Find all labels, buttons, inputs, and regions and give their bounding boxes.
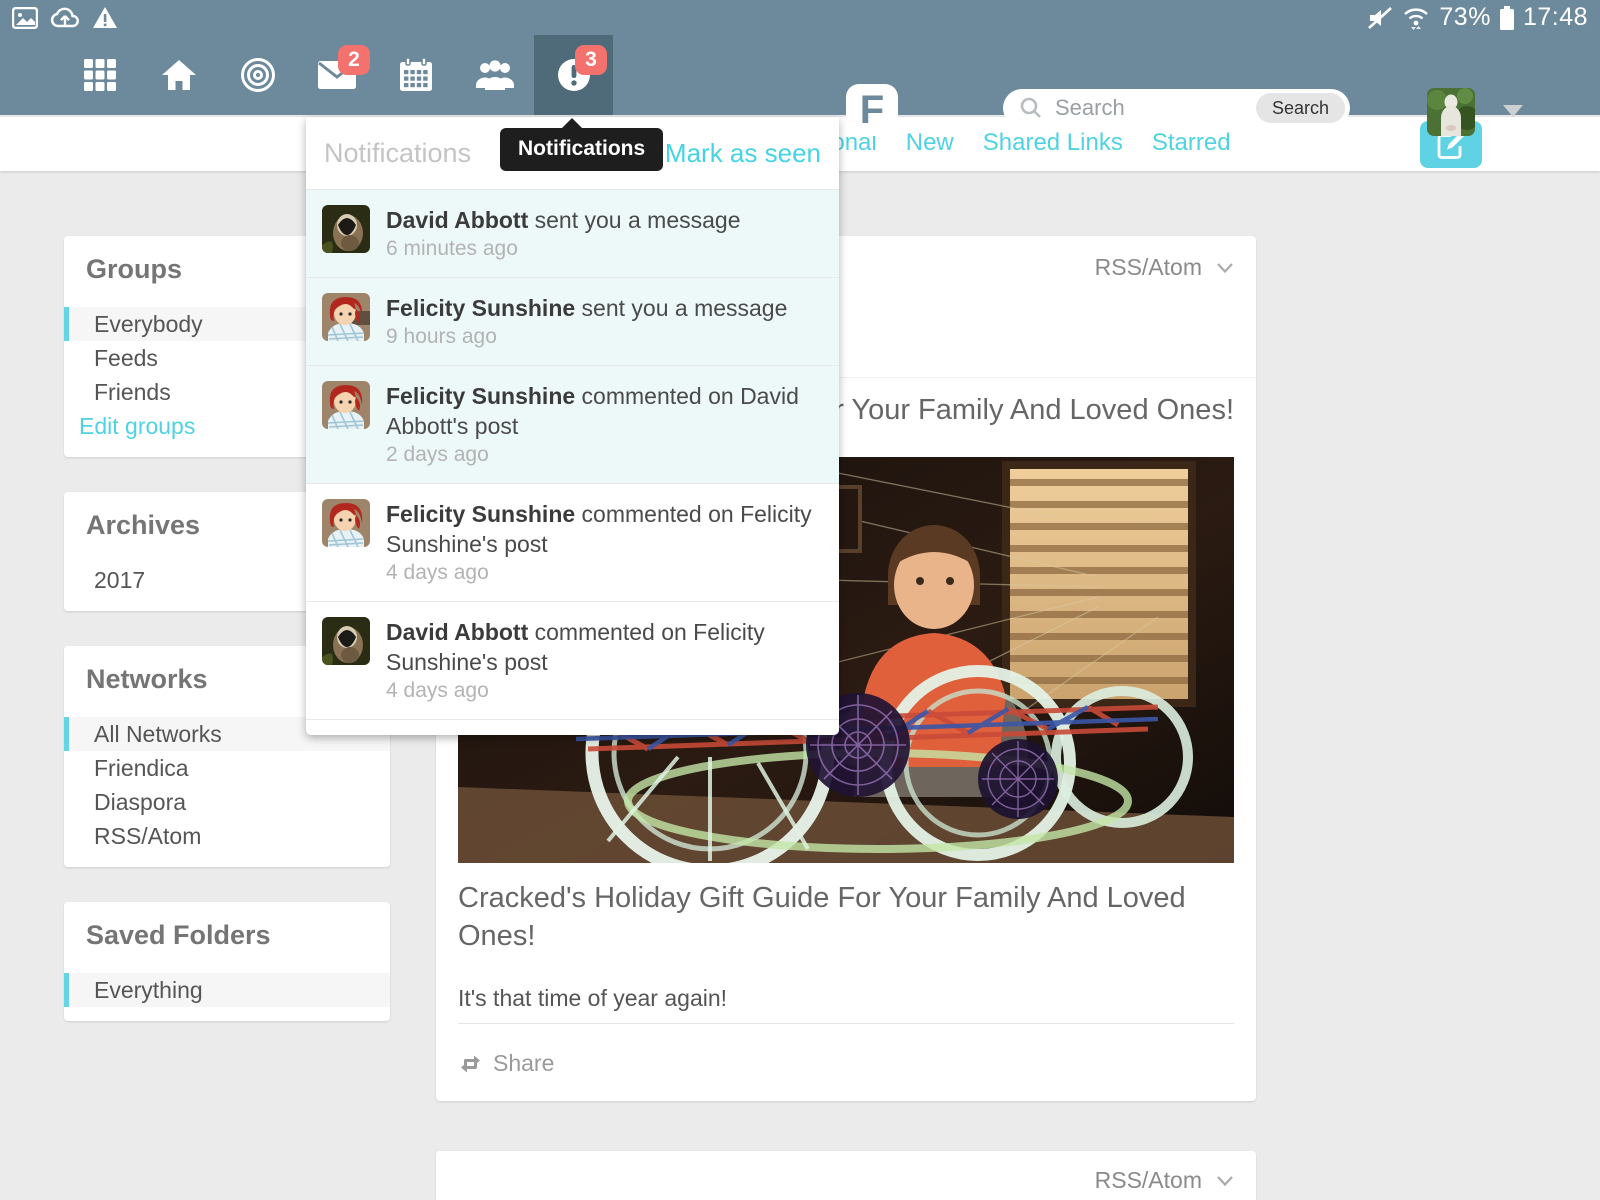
sidebar-item-friendica[interactable]: Friendica <box>64 751 390 785</box>
notification-text: Felicity Sunshine commented on David Abb… <box>386 381 823 441</box>
nav-messages[interactable]: 2 <box>297 35 376 115</box>
avatar-felicity-sunshine <box>322 293 370 341</box>
nav-calendar[interactable] <box>376 35 455 115</box>
search-input[interactable] <box>1055 95 1256 121</box>
notification-time: 4 days ago <box>386 559 823 586</box>
alert-badge: 3 <box>575 45 607 75</box>
clock: 17:48 <box>1523 3 1588 32</box>
mark-as-seen-link[interactable]: Mark as seen <box>665 138 821 169</box>
notification-item[interactable] <box>306 719 839 735</box>
notification-item[interactable]: David Abbott commented on Felicity Sunsh… <box>306 601 839 719</box>
cloud-upload-icon <box>50 7 80 29</box>
notification-item[interactable]: Felicity Sunshine commented on Felicity … <box>306 483 839 601</box>
nav-notifications[interactable]: 3 <box>534 35 613 115</box>
sidebar-item-diaspora[interactable]: Diaspora <box>64 785 390 819</box>
avatar-david-abbott <box>322 205 370 253</box>
notification-time: 2 days ago <box>386 441 823 468</box>
contacts-icon <box>473 59 517 91</box>
notification-item[interactable]: David Abbott sent you a message 6 minute… <box>306 189 839 277</box>
notifications-title: Notifications <box>324 138 471 169</box>
chevron-down-icon[interactable] <box>1503 105 1523 117</box>
post1-title[interactable]: Cracked's Holiday Gift Guide For Your Fa… <box>458 879 1234 955</box>
notification-time: 4 days ago <box>386 677 823 704</box>
post-card-2: RSS/Atom <box>436 1151 1256 1200</box>
notification-text: Felicity Sunshine commented on Felicity … <box>386 499 823 559</box>
battery-percent: 73% <box>1439 3 1491 32</box>
notification-text: David Abbott commented on Felicity Sunsh… <box>386 617 823 677</box>
post1-network-label: RSS/Atom <box>1095 254 1202 281</box>
saved-folders-title: Saved Folders <box>86 920 368 951</box>
chevron-down-icon <box>1216 262 1234 274</box>
share-icon <box>458 1053 483 1075</box>
post2-network-dropdown[interactable]: RSS/Atom <box>1095 1167 1234 1194</box>
warning-icon <box>92 6 118 29</box>
nav-apps[interactable] <box>60 35 139 115</box>
divider <box>458 1023 1234 1024</box>
avatar-felicity-sunshine <box>322 499 370 547</box>
post2-network-label: RSS/Atom <box>1095 1167 1202 1194</box>
search-icon <box>1019 96 1043 120</box>
navbar: 2 3 F Search <box>0 35 1600 115</box>
battery-icon <box>1499 5 1515 31</box>
nav-contacts[interactable] <box>455 35 534 115</box>
search-button[interactable]: Search <box>1256 93 1345 123</box>
nav-community[interactable] <box>218 35 297 115</box>
tab-new[interactable]: New <box>906 129 954 157</box>
nav-home[interactable] <box>139 35 218 115</box>
post1-network-dropdown[interactable]: RSS/Atom <box>1095 254 1234 281</box>
post1-description: It's that time of year again! <box>458 983 1234 1013</box>
notification-time: 6 minutes ago <box>386 235 740 262</box>
notification-item[interactable]: Felicity Sunshine sent you a message 9 h… <box>306 277 839 365</box>
search-bar: Search <box>1003 89 1350 127</box>
chevron-down-icon <box>1216 1175 1234 1187</box>
sidebar-item-everything[interactable]: Everything <box>64 973 390 1007</box>
post2-header: RSS/Atom <box>436 1151 1256 1200</box>
avatar-felicity-sunshine <box>322 381 370 429</box>
friendica-logo[interactable]: F <box>846 84 898 136</box>
notification-text: David Abbott sent you a message <box>386 205 740 235</box>
image-icon <box>12 7 38 29</box>
mute-icon <box>1367 6 1393 30</box>
mail-badge: 2 <box>338 45 370 75</box>
home-icon <box>161 58 197 92</box>
notifications-panel: Notifications Mark as seen David Abbott … <box>306 117 839 735</box>
wifi-icon <box>1401 5 1431 31</box>
tab-starred[interactable]: Starred <box>1152 129 1231 157</box>
user-avatar[interactable] <box>1427 88 1475 136</box>
notification-time: 9 hours ago <box>386 323 787 350</box>
bullseye-icon <box>240 57 276 93</box>
share-label: Share <box>493 1050 554 1077</box>
calendar-icon <box>398 57 434 93</box>
avatar-david-abbott <box>322 617 370 665</box>
apps-grid-icon <box>83 58 117 92</box>
notifications-tooltip: Notifications <box>500 128 663 171</box>
saved-folders-panel: Saved Folders Everything <box>64 902 390 1021</box>
tab-shared-links[interactable]: Shared Links <box>983 129 1123 157</box>
sidebar-item-rss-atom[interactable]: RSS/Atom <box>64 819 390 853</box>
post1-share-button[interactable]: Share <box>458 1050 1234 1101</box>
status-bar: 73% 17:48 <box>0 0 1600 35</box>
notification-text: Felicity Sunshine sent you a message <box>386 293 787 323</box>
notification-item[interactable]: Felicity Sunshine commented on David Abb… <box>306 365 839 483</box>
